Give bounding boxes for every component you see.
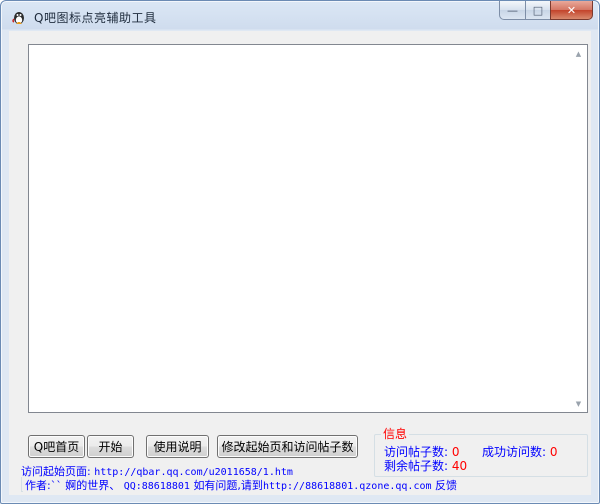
remain-count-label: 剩余帖子数: [384,459,449,473]
maximize-icon: □ [532,3,544,17]
window-title: Q吧图标点亮辅助工具 [34,11,157,25]
info-title: 信息 [381,427,410,441]
author-name: 作者:`` 婀的世界、 [25,479,121,492]
success-count-row: 成功访问数: 0 [482,443,558,460]
author-question: 如有问题,请到 [193,479,263,492]
caption-buttons: — □ ✕ [499,1,593,21]
info-groupbox: 信息 访问帖子数: 0 成功访问数: 0 剩余帖子数: 40 [374,427,588,477]
author-link[interactable]: http://88618801.qzone.qq.com [263,481,432,492]
home-button[interactable]: Q吧首页 [28,435,85,458]
author-line: 作者:`` 婀的世界、 QQ:88618801 如有问题,请到http://88… [23,477,460,493]
author-qq: QQ:88618801 [123,481,190,492]
success-count-label: 成功访问数: [482,445,547,459]
app-window: Q吧图标点亮辅助工具 — □ ✕ ▲ ▼ Q吧首页 开始 使用说明 修改起始页和… [0,0,600,504]
title-bar[interactable]: Q吧图标点亮辅助工具 — □ ✕ [1,1,599,31]
close-button[interactable]: ✕ [550,1,593,20]
minimize-button[interactable]: — [499,1,525,20]
modify-start-page-button[interactable]: 修改起始页和访问帖子数 [217,435,358,458]
vertical-scrollbar[interactable]: ▲ ▼ [570,45,587,412]
maximize-button[interactable]: □ [525,1,550,20]
remain-count-value: 40 [451,459,468,473]
remain-count-row: 剩余帖子数: 40 [384,457,467,474]
author-feedback: 反馈 [435,479,458,492]
minimize-icon: — [507,3,518,17]
app-icon [12,12,24,24]
scroll-up-icon[interactable]: ▲ [570,45,587,62]
close-icon: ✕ [566,3,577,17]
success-count-value: 0 [549,445,558,459]
client-area: ▲ ▼ Q吧首页 开始 使用说明 修改起始页和访问帖子数 信息 访问帖子数: 0… [9,31,591,495]
help-button[interactable]: 使用说明 [146,435,209,458]
log-textarea[interactable]: ▲ ▼ [28,44,588,413]
start-button[interactable]: 开始 [87,435,134,458]
scroll-down-icon[interactable]: ▼ [570,395,587,412]
